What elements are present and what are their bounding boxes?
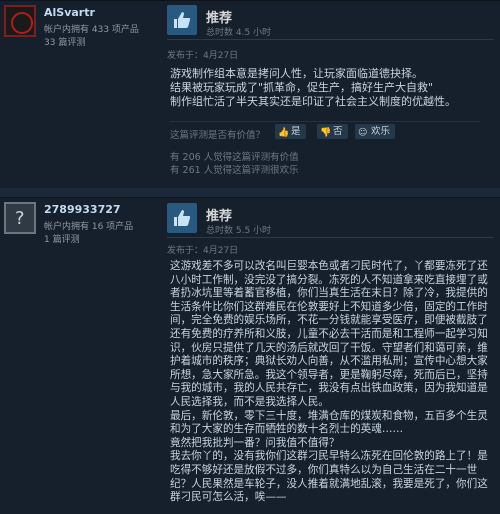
- review-line: 八小时工作制，没完没了搞分裂。冻死的人不知道拿来吃直接埋了或: [170, 273, 488, 286]
- products-owned[interactable]: 帐户内拥有 16 项产品: [44, 219, 133, 232]
- question-mark-icon[interactable]: ?: [4, 202, 36, 234]
- review-card: AlSvartr 帐户内拥有 433 项产品 33 篇评测 推荐 总时数 4.5…: [0, 0, 500, 188]
- divider: [167, 237, 494, 238]
- review-line: 所想，急大家所急。我这个领导者，更是鞠躬尽瘁，死而后已，坚持: [170, 368, 488, 381]
- hours-played: 总时数 4.5 小时: [206, 28, 272, 38]
- reviewer-name[interactable]: 2789933727: [44, 203, 121, 216]
- vote-no-button[interactable]: 👎 否: [317, 124, 348, 139]
- thumbs-up-icon: [167, 203, 197, 233]
- review-line: 人民选择我，而不是我选择人民。: [170, 395, 329, 408]
- divider: [167, 39, 494, 40]
- reviewer-name[interactable]: AlSvartr: [44, 6, 95, 19]
- review-line: 我去你丫的，没有我你们这群刁民早特么冻死在回伦敦的路上了！是: [170, 450, 488, 463]
- review-line: 与我的城市，我的人民共存亡，我没有点出铁血政策，因为我知道是: [170, 382, 488, 395]
- review-line: 最后，新伦敦，零下三十度，堆满仓库的煤炭和食物，五百多个生灵: [170, 409, 488, 422]
- review-body: 游戏制作组本意是拷问人性，让玩家面临道德抉择。 结果被玩家玩成了"抓革命，促生产…: [170, 67, 488, 110]
- review-line: 这游戏差不多可以改名叫巨婴本色或者刁民时代了，丫都要冻死了还: [170, 260, 488, 272]
- review-count[interactable]: 1 篇评测: [44, 232, 80, 245]
- posted-date: 发布于：4月27日: [167, 51, 239, 61]
- posted-date: 发布于：4月27日: [167, 246, 239, 256]
- vote-no-label: 否: [333, 126, 343, 137]
- review-line: 者扔冰坑里等着蓄官移植，你们当真生活在末日？除了冷，我提供的: [170, 287, 488, 300]
- helpful-count: 有 206 人觉得这篇评测有价值: [170, 152, 299, 163]
- smiley-icon: ☺: [358, 128, 368, 138]
- vote-yes-label: 是: [291, 126, 301, 137]
- review-line: 护着城市的秩序；典狱长劝人向善，从不滥用私刑；宣传中心想大家: [170, 355, 488, 368]
- review-body: 这游戏差不多可以改名叫巨婴本色或者刁民时代了，丫都要冻死了还 八小时工作制，没完…: [170, 260, 496, 505]
- review-line: 还有免费的疗养所和义肢，儿童不必去干活而是和工程师一起学习知: [170, 327, 488, 340]
- review-line: 生活条件比你们这群难民在伦敦要好上不知道多少倍，固定的工作时: [170, 300, 488, 313]
- vote-yes-button[interactable]: 👍 是: [275, 124, 306, 139]
- review-line: 和为了大家的生存而牺牲的数十名烈士的英魂……: [170, 423, 404, 436]
- review-count[interactable]: 33 篇评测: [44, 35, 85, 48]
- review-line: 竟然把我批判一番？问我值不值得？: [170, 436, 340, 449]
- divider: [170, 121, 480, 122]
- thumbs-down-icon: 👎: [320, 128, 332, 138]
- review-line: 群刁民可怎么活，唉——: [170, 491, 287, 504]
- products-owned[interactable]: 帐户内拥有 433 项产品: [44, 22, 139, 35]
- review-line: 制作组忙活了半天其实还是印证了社会主义制度的优越性。: [170, 95, 456, 109]
- gun-icon[interactable]: [4, 5, 36, 37]
- review-line: 游戏制作组本意是拷问人性，让玩家面临道德抉择。: [170, 67, 423, 80]
- review-line: 纪？人民果然是车轮子，没人推着就满地乱滚，我要是死了，你们这: [170, 477, 488, 490]
- review-line: 结果被玩家玩成了"抓革命，促生产，搞好生产大自救": [170, 81, 434, 95]
- review-verdict: 推荐: [206, 11, 233, 26]
- review-line: 识，伙房只提供了几天的汤后就改回了干饭。守望者们和蔼可亲，维: [170, 341, 488, 354]
- thumbs-up-icon: [167, 5, 197, 35]
- helpful-question: 这篇评测是否有价值？: [170, 130, 266, 141]
- vote-funny-label: 欢乐: [371, 126, 391, 137]
- vote-funny-button[interactable]: ☺ 欢乐: [355, 124, 396, 139]
- review-line: 吃得不够好还是放假不过多，你们真特么以为自己生活在二十一世: [170, 463, 478, 476]
- review-verdict: 推荐: [206, 209, 233, 224]
- thumbs-up-icon: 👍: [278, 128, 290, 138]
- funny-count: 有 261 人觉得这篇评测很欢乐: [170, 165, 299, 176]
- review-card: ? 2789933727 帐户内拥有 16 项产品 1 篇评测 推荐 总时数 5…: [0, 197, 500, 514]
- hours-played: 总时数 5.5 小时: [206, 226, 272, 236]
- review-line: 间，完全免费的娱乐场所，不花一分钱就能享受医疗，即便被截肢了: [170, 314, 488, 327]
